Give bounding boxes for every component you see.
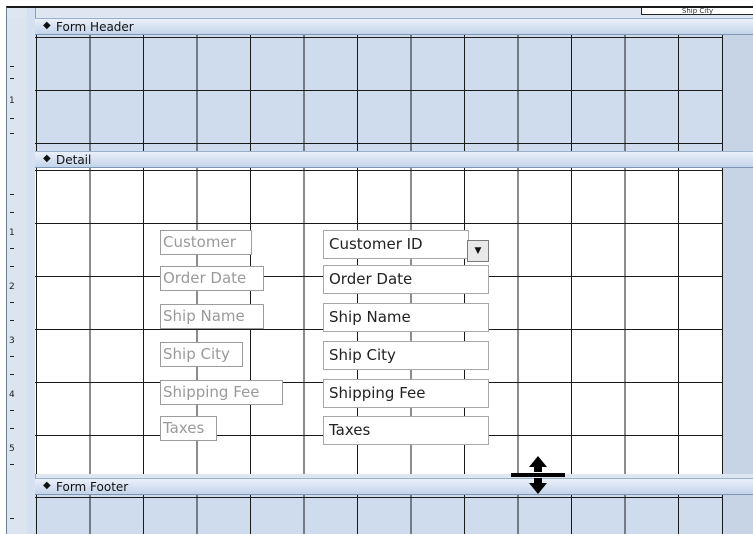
vertical-resize-icon [511, 456, 565, 494]
ruler-tick [10, 248, 14, 249]
ruler-tick [10, 66, 14, 67]
footer-back-area [723, 495, 753, 534]
ruler-number: 2 [9, 282, 15, 292]
shipping-fee-label[interactable]: Shipping Fee [160, 380, 283, 405]
customer-id-combo[interactable]: Customer ID [323, 230, 469, 259]
ruler-tick [10, 356, 14, 357]
header-back-area [723, 35, 753, 151]
order-date-field[interactable]: Order Date [323, 265, 489, 294]
order-date-label[interactable]: Order Date [160, 266, 264, 291]
ruler-tick [10, 118, 14, 119]
ruler-tick [10, 78, 14, 79]
form-header-label: Form Header [56, 20, 134, 34]
vertical-ruler: 1 1 2 3 4 5 [7, 18, 28, 534]
detail-back-area [723, 168, 753, 474]
form-header-grid[interactable] [35, 35, 723, 151]
ruler-tick [10, 320, 14, 321]
ruler-number: 3 [9, 336, 15, 346]
ruler-number: 1 [9, 228, 15, 238]
detail-bar[interactable]: ◆ Detail [35, 151, 753, 168]
section-arrow-icon: ◆ [43, 480, 51, 491]
section-arrow-icon: ◆ [43, 153, 51, 164]
corner-label: Ship City [641, 8, 753, 15]
form-footer-label: Form Footer [56, 480, 129, 494]
ruler-tick [10, 133, 14, 134]
taxes-field[interactable]: Taxes [323, 416, 489, 445]
customer-label[interactable]: Customer [160, 230, 252, 255]
ruler-tick [10, 464, 14, 465]
shipping-fee-field[interactable]: Shipping Fee [323, 379, 489, 408]
ruler-tick [10, 266, 14, 267]
ship-city-field[interactable]: Ship City [323, 341, 489, 370]
form-header-bar[interactable]: ◆ Form Header [35, 18, 753, 35]
detail-label: Detail [56, 153, 92, 167]
ruler-number: 1 [9, 96, 15, 106]
taxes-label[interactable]: Taxes [160, 416, 217, 441]
ruler-number: 5 [9, 444, 15, 454]
ruler-tick [10, 194, 14, 195]
ruler-tick [10, 302, 14, 303]
chevron-down-icon[interactable]: ▼ [467, 240, 489, 262]
ruler-tick [10, 410, 14, 411]
ruler-number: 4 [9, 390, 15, 400]
ruler-tick [10, 212, 14, 213]
section-arrow-icon: ◆ [43, 20, 51, 31]
form-footer-grid[interactable] [35, 495, 723, 534]
form-footer-bar[interactable]: ◆ Form Footer [35, 478, 753, 495]
ruler-tick [10, 428, 14, 429]
ruler-tick [10, 518, 14, 519]
ship-name-field[interactable]: Ship Name [323, 303, 489, 332]
ruler-tick [10, 374, 14, 375]
ship-name-label[interactable]: Ship Name [160, 304, 264, 329]
form-design-view: Ship City 1 1 2 3 4 5 ◆ Form Header ◆ De… [6, 6, 753, 534]
ship-city-label[interactable]: Ship City [160, 342, 243, 367]
